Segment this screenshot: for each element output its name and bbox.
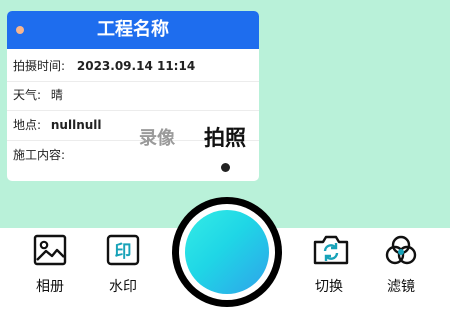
- album-button[interactable]: 相册: [20, 234, 80, 296]
- watermark-card: 工程名称 拍摄时间: 2023.09.14 11:14 天气: 晴 地点: nu…: [7, 11, 259, 181]
- row-weather: 天气: 晴: [13, 86, 63, 104]
- watermark-label: 水印: [109, 279, 137, 295]
- row-location: 地点: nullnull: [13, 116, 102, 134]
- album-label: 相册: [36, 279, 64, 295]
- image-icon: [33, 234, 67, 266]
- filter-button[interactable]: 滤镜: [371, 234, 431, 296]
- svg-text:印: 印: [115, 242, 132, 262]
- switch-camera-button[interactable]: 切换: [299, 234, 359, 296]
- shutter-button[interactable]: [172, 197, 282, 307]
- stamp-icon: 印: [106, 234, 140, 266]
- row-shoot-time: 拍摄时间: 2023.09.14 11:14: [13, 57, 195, 75]
- mode-video-tab[interactable]: 录像: [139, 124, 175, 150]
- watermark-button[interactable]: 印 水印: [93, 234, 153, 296]
- filter-label: 滤镜: [387, 279, 415, 295]
- construction-label: 施工内容:: [13, 148, 66, 162]
- weather-value: 晴: [50, 88, 63, 102]
- location-value: nullnull: [50, 118, 102, 132]
- status-dot: [16, 26, 24, 34]
- location-label: 地点:: [13, 118, 42, 132]
- shutter-ring: [179, 204, 275, 300]
- shutter-core: [185, 210, 269, 294]
- card-header: 工程名称: [7, 11, 259, 49]
- shoot-time-value: 2023.09.14 11:14: [76, 59, 196, 73]
- project-name-title: 工程名称: [97, 19, 169, 40]
- row-construction: 施工内容:: [13, 146, 71, 164]
- weather-label: 天气:: [13, 88, 42, 102]
- divider: [7, 110, 259, 111]
- mode-photo-tab[interactable]: 拍照: [204, 122, 246, 152]
- switch-label: 切换: [315, 279, 343, 295]
- active-mode-indicator: [221, 163, 230, 172]
- divider: [7, 81, 259, 82]
- filter-circles-icon: [384, 234, 418, 266]
- camera-switch-icon: [312, 234, 349, 266]
- shoot-time-label: 拍摄时间:: [13, 59, 66, 73]
